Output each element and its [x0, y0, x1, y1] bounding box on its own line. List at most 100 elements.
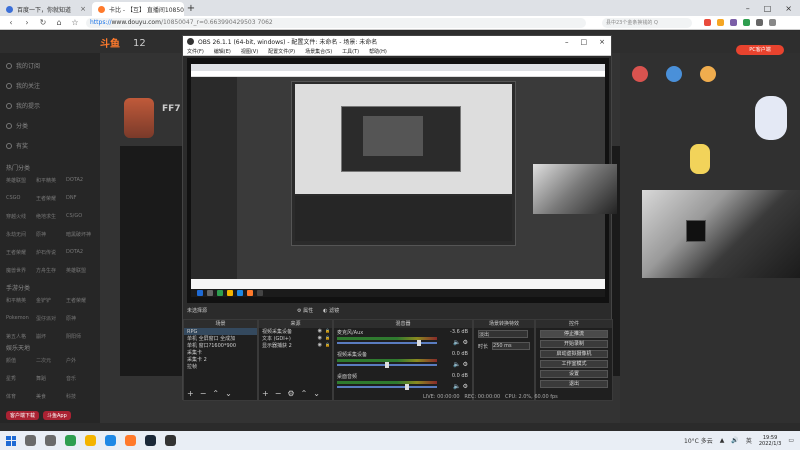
- sidebar-category-link[interactable]: 炉石传说: [36, 249, 66, 256]
- sidebar-category-link[interactable]: 金铲铲: [36, 297, 66, 304]
- volume-icon[interactable]: 🔊: [731, 437, 738, 444]
- control-button[interactable]: 启动虚拟摄像机: [540, 350, 608, 358]
- source-item[interactable]: 文本 (GDI+) ◉ 🔒: [259, 335, 332, 342]
- speaker-icon[interactable]: 🔈: [453, 339, 460, 346]
- windows-start-icon[interactable]: [6, 435, 16, 446]
- move-up-icon[interactable]: ⌃: [212, 389, 219, 398]
- duration-input[interactable]: 250 ms: [492, 342, 530, 350]
- scene-item[interactable]: 拉帧: [184, 363, 257, 370]
- move-down-icon[interactable]: ⌄: [313, 389, 320, 398]
- sidebar-category-link[interactable]: 穿越火线: [6, 213, 36, 220]
- obs-preview[interactable]: [187, 58, 617, 303]
- sidebar-category-link[interactable]: 绝地求生: [36, 213, 66, 220]
- sidebar-category-link[interactable]: 暗黑破坏神: [66, 231, 96, 238]
- close-icon[interactable]: ×: [785, 4, 792, 13]
- sidebar-item[interactable]: 有奖: [6, 141, 28, 150]
- sidebar-category-link[interactable]: 和平精英: [36, 177, 66, 184]
- sidebar-category-link[interactable]: CS/GO: [66, 213, 96, 220]
- add-icon[interactable]: +: [262, 389, 269, 398]
- extension-icon[interactable]: [756, 19, 763, 26]
- lock-icon[interactable]: 🔒: [325, 342, 330, 348]
- lock-icon[interactable]: 🔒: [325, 335, 330, 341]
- edge-icon[interactable]: [105, 435, 116, 446]
- bookmark-star-icon[interactable]: ☆: [70, 18, 80, 27]
- sidebar-category-link[interactable]: 永劫无间: [6, 231, 36, 238]
- home-icon[interactable]: ⌂: [54, 18, 64, 27]
- control-button[interactable]: 停止推流: [540, 330, 608, 338]
- source-item[interactable]: 显示器捕获 2 ◉ 🔒: [259, 342, 332, 349]
- qq-icon[interactable]: [85, 435, 96, 446]
- sidebar-item[interactable]: 我的关注: [6, 81, 40, 90]
- obs-menu-item[interactable]: 帮助(H): [369, 48, 387, 55]
- sidebar-category-link[interactable]: 方舟生存: [36, 267, 66, 274]
- task-icon[interactable]: [666, 66, 682, 82]
- volume-fader[interactable]: [337, 342, 437, 344]
- app-download-button[interactable]: 斗鱼App: [43, 411, 71, 420]
- volume-fader[interactable]: [337, 386, 437, 388]
- obs-menu-item[interactable]: 工具(T): [342, 48, 359, 55]
- new-tab-button[interactable]: +: [184, 3, 198, 14]
- maximize-icon[interactable]: □: [764, 4, 772, 13]
- filters-button[interactable]: ◐ 滤镜: [323, 307, 339, 314]
- weather-text[interactable]: 10°C 多云: [684, 436, 713, 445]
- steam-icon[interactable]: [145, 435, 156, 446]
- transition-select[interactable]: 淡出: [478, 330, 528, 338]
- address-bar[interactable]: https:// www.douyu.com /10850047_r=0.663…: [86, 17, 586, 28]
- sidebar-category-link[interactable]: DNF: [66, 195, 96, 202]
- extension-icon[interactable]: [717, 19, 724, 26]
- extension-icon[interactable]: [704, 19, 711, 26]
- control-button[interactable]: 设置: [540, 370, 608, 378]
- extension-icon[interactable]: [743, 19, 750, 26]
- sidebar-category-link[interactable]: 魔兽世界: [6, 267, 36, 274]
- obs-menu-item[interactable]: 场景集合(S): [305, 48, 332, 55]
- gift-icon[interactable]: [632, 66, 648, 82]
- remove-icon[interactable]: −: [200, 389, 207, 398]
- visibility-eye-icon[interactable]: ◉: [318, 342, 322, 348]
- sidebar-category-link[interactable]: 科技: [66, 393, 96, 400]
- speaker-icon[interactable]: 🔈: [453, 361, 460, 368]
- search-icon[interactable]: [25, 435, 36, 446]
- task-view-icon[interactable]: [45, 435, 56, 446]
- client-download-button[interactable]: 客户端下载: [6, 411, 40, 420]
- reload-icon[interactable]: ↻: [38, 18, 48, 27]
- gear-icon[interactable]: ⚙: [287, 389, 294, 398]
- sidebar-category-link[interactable]: 崩坏: [36, 333, 66, 340]
- scene-item[interactable]: 单机 窗口?1600*900: [184, 342, 257, 349]
- sidebar-category-link[interactable]: DOTA2: [66, 177, 96, 184]
- gear-icon[interactable]: ⚙: [461, 383, 468, 390]
- sidebar-category-link[interactable]: 英雄联盟: [66, 267, 96, 274]
- sidebar-category-link[interactable]: 舞蹈: [36, 375, 66, 382]
- ime-indicator[interactable]: 英: [746, 436, 752, 445]
- sidebar-category-link[interactable]: 体育: [6, 393, 36, 400]
- chrome-icon[interactable]: [65, 435, 76, 446]
- volume-fader-knob[interactable]: [405, 384, 409, 390]
- sidebar-category-link[interactable]: 原神: [66, 315, 96, 322]
- obs-menu-item[interactable]: 配置文件(P): [268, 48, 295, 55]
- gear-icon[interactable]: ⚙: [461, 361, 468, 368]
- sidebar-category-link[interactable]: CSGO: [6, 195, 36, 202]
- sidebar-category-link[interactable]: 美食: [36, 393, 66, 400]
- scene-item[interactable]: RPG: [184, 328, 257, 335]
- notification-icon[interactable]: ▭: [788, 437, 794, 444]
- network-icon[interactable]: ▲: [720, 437, 725, 444]
- lock-icon[interactable]: 🔒: [325, 328, 330, 334]
- sidebar-category-link[interactable]: 二次元: [36, 357, 66, 364]
- event-character-icon[interactable]: [690, 144, 710, 174]
- sidebar-category-link[interactable]: 星秀: [6, 375, 36, 382]
- sidebar-category-link[interactable]: Pokemon: [6, 315, 36, 322]
- scene-item[interactable]: 采集卡: [184, 349, 257, 356]
- sidebar-category-link[interactable]: 阴阳师: [66, 333, 96, 340]
- sidebar-category-link[interactable]: 和平精英: [6, 297, 36, 304]
- maximize-icon[interactable]: □: [581, 38, 588, 46]
- volume-fader-knob[interactable]: [385, 362, 389, 368]
- streamer-avatar[interactable]: [124, 98, 154, 138]
- sidebar-category-link[interactable]: 户外: [66, 357, 96, 364]
- volume-fader-knob[interactable]: [417, 340, 421, 346]
- browser-search-box[interactable]: 县中23个金条换钱的 Q: [602, 17, 692, 28]
- close-tab-icon[interactable]: ×: [80, 5, 86, 13]
- minimize-icon[interactable]: –: [746, 4, 750, 13]
- sidebar-item[interactable]: 我的提示: [6, 101, 40, 110]
- sidebar-category-link[interactable]: 王者荣耀: [36, 195, 66, 202]
- douyu-icon[interactable]: [125, 435, 136, 446]
- close-icon[interactable]: ×: [599, 38, 605, 46]
